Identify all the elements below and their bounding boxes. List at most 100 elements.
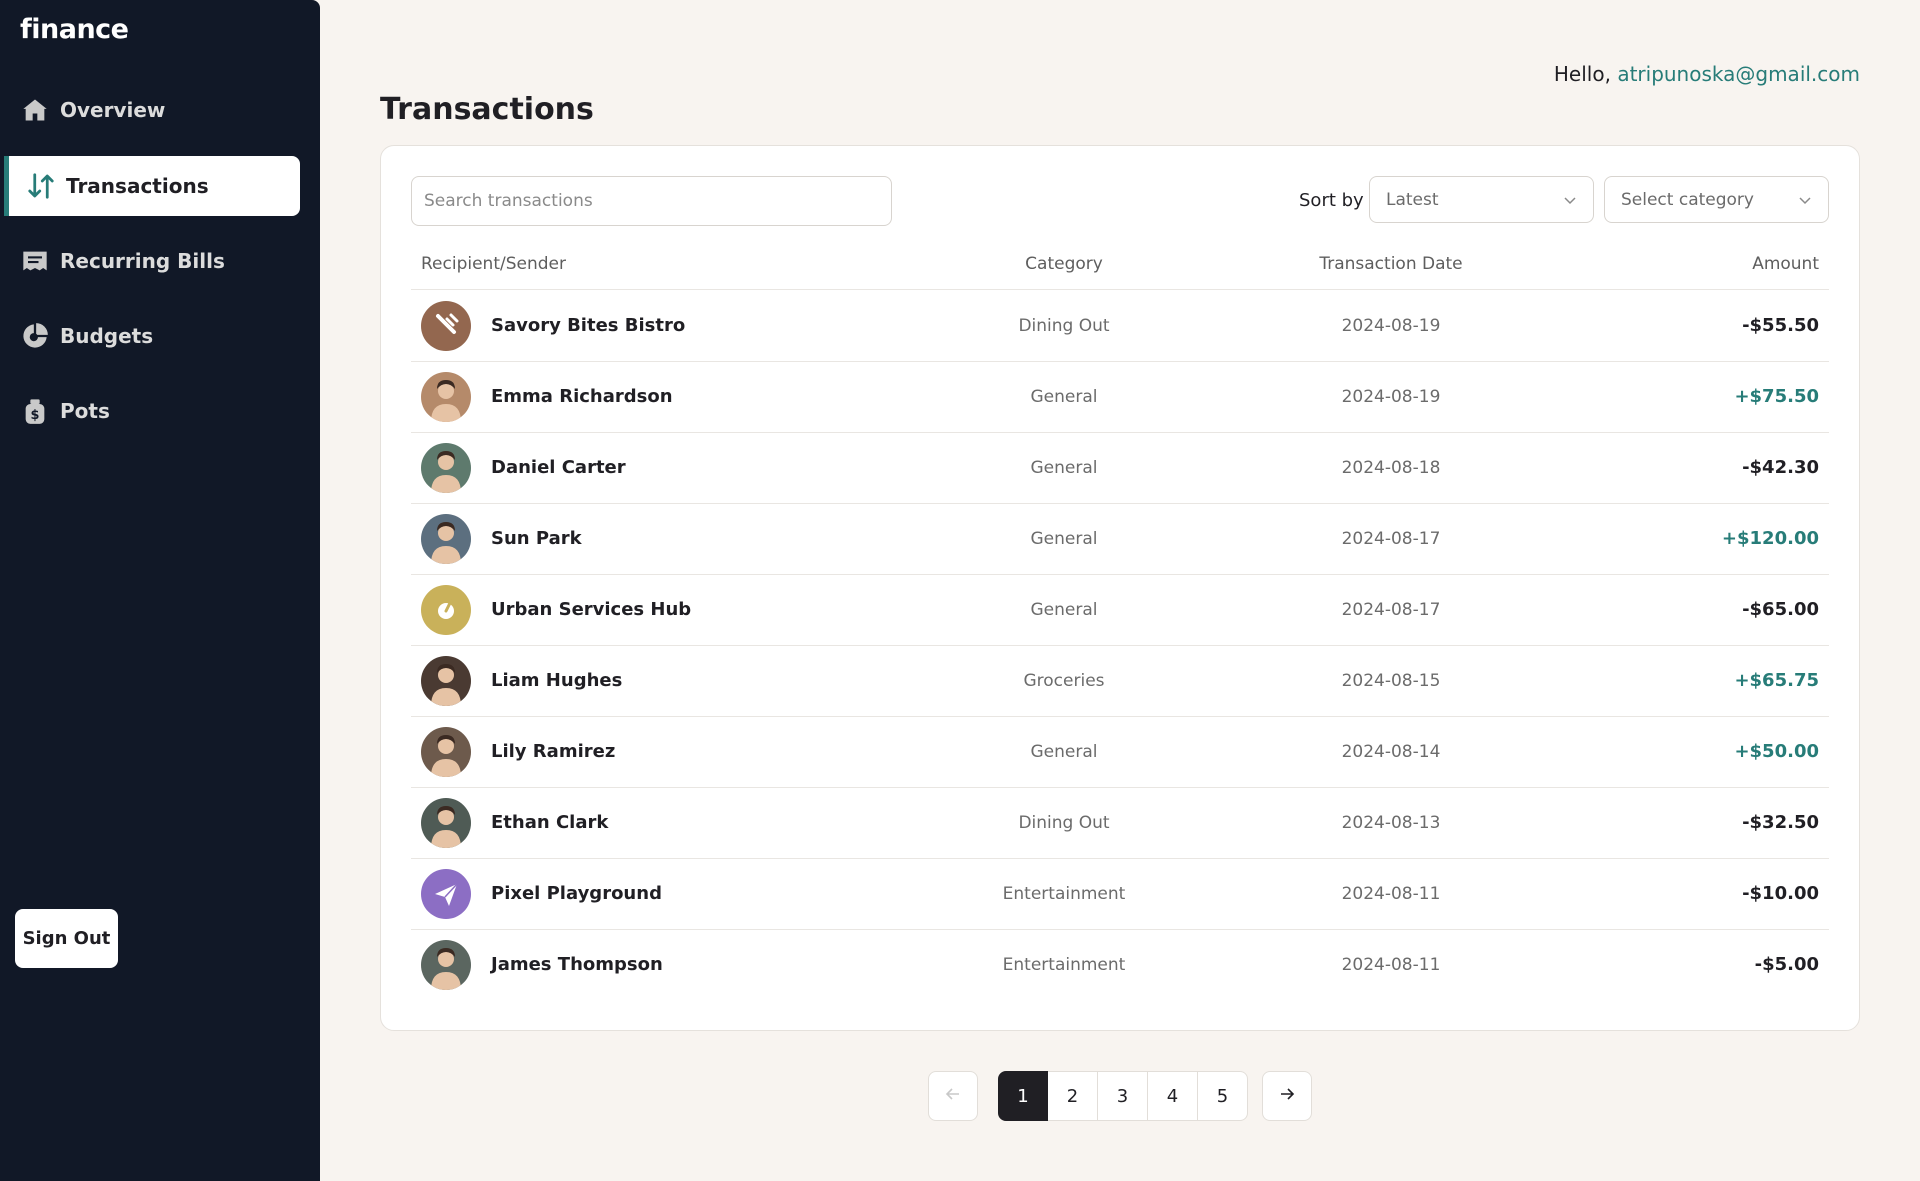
transaction-amount: -$5.00 bbox=[1754, 954, 1819, 975]
recipient-name: Daniel Carter bbox=[491, 457, 626, 478]
arrows-up-down-icon bbox=[26, 171, 56, 201]
table-row[interactable]: Savory Bites Bistro Dining Out 2024-08-1… bbox=[411, 291, 1829, 362]
transaction-date: 2024-08-17 bbox=[1341, 529, 1441, 549]
recipient-name: Liam Hughes bbox=[491, 670, 623, 691]
category-select[interactable]: Select category bbox=[1604, 176, 1829, 223]
transaction-amount: -$42.30 bbox=[1742, 457, 1819, 478]
sign-out-button[interactable]: Sign Out bbox=[15, 909, 118, 968]
table-row[interactable]: James Thompson Entertainment 2024-08-11 … bbox=[411, 930, 1829, 1001]
column-header-date: Transaction Date bbox=[1319, 254, 1463, 274]
transaction-amount: -$32.50 bbox=[1742, 812, 1819, 833]
page-button-1[interactable]: 1 bbox=[998, 1071, 1048, 1121]
page-button-5[interactable]: 5 bbox=[1198, 1071, 1248, 1121]
transaction-amount: +$75.50 bbox=[1734, 386, 1819, 407]
svg-text:$: $ bbox=[31, 408, 40, 423]
table-header: Recipient/Sender Category Transaction Da… bbox=[411, 236, 1829, 290]
transaction-date: 2024-08-19 bbox=[1341, 387, 1441, 407]
transaction-category: General bbox=[1030, 458, 1098, 478]
transaction-category: Dining Out bbox=[1018, 316, 1110, 336]
sidebar-item-label: Overview bbox=[60, 98, 166, 122]
page-title: Transactions bbox=[380, 92, 594, 127]
transaction-date: 2024-08-11 bbox=[1341, 955, 1441, 975]
chevron-down-icon bbox=[1798, 193, 1812, 207]
sidebar-item-overview[interactable]: Overview bbox=[4, 80, 300, 140]
table-row[interactable]: Urban Services Hub General 2024-08-17 -$… bbox=[411, 575, 1829, 646]
search-input[interactable] bbox=[411, 176, 892, 226]
receipt-icon bbox=[20, 246, 50, 276]
table-row[interactable]: Emma Richardson General 2024-08-19 +$75.… bbox=[411, 362, 1829, 433]
table-row[interactable]: Sun Park General 2024-08-17 +$120.00 bbox=[411, 504, 1829, 575]
table-row[interactable]: Daniel Carter General 2024-08-18 -$42.30 bbox=[411, 433, 1829, 504]
transaction-date: 2024-08-18 bbox=[1341, 458, 1441, 478]
leaf-icon bbox=[421, 585, 471, 635]
sidebar-item-budgets[interactable]: Budgets bbox=[4, 306, 300, 366]
transaction-date: 2024-08-14 bbox=[1341, 742, 1441, 762]
avatar bbox=[421, 727, 471, 777]
page-button-3[interactable]: 3 bbox=[1098, 1071, 1148, 1121]
pie-chart-icon bbox=[20, 321, 50, 351]
arrow-right-icon bbox=[1278, 1085, 1296, 1108]
page-button-2[interactable]: 2 bbox=[1048, 1071, 1098, 1121]
transactions-card: Sort by Latest Select category Recipient… bbox=[380, 145, 1860, 1031]
transaction-amount: -$55.50 bbox=[1742, 315, 1819, 336]
table-row[interactable]: Lily Ramirez General 2024-08-14 +$50.00 bbox=[411, 717, 1829, 788]
recipient-name: Sun Park bbox=[491, 528, 582, 549]
sort-label: Sort by bbox=[1299, 190, 1364, 211]
avatar bbox=[421, 798, 471, 848]
sidebar: finance Overview Transactions Recurring … bbox=[0, 0, 320, 1181]
fork-icon bbox=[421, 301, 471, 351]
recipient-name: Emma Richardson bbox=[491, 386, 673, 407]
table-row[interactable]: Pixel Playground Entertainment 2024-08-1… bbox=[411, 859, 1829, 930]
avatar bbox=[421, 514, 471, 564]
next-page-button[interactable] bbox=[1262, 1071, 1312, 1121]
sidebar-item-transactions[interactable]: Transactions bbox=[4, 156, 300, 216]
transaction-category: Entertainment bbox=[1002, 955, 1126, 975]
sidebar-item-label: Budgets bbox=[60, 324, 154, 348]
money-bag-icon: $ bbox=[20, 396, 50, 426]
sort-value: Latest bbox=[1386, 189, 1439, 210]
table-row[interactable]: Liam Hughes Groceries 2024-08-15 +$65.75 bbox=[411, 646, 1829, 717]
avatar bbox=[421, 940, 471, 990]
paper-plane-icon bbox=[421, 869, 471, 919]
transaction-category: General bbox=[1030, 600, 1098, 620]
sidebar-item-label: Pots bbox=[60, 399, 110, 423]
sidebar-item-label: Recurring Bills bbox=[60, 249, 225, 273]
avatar bbox=[421, 372, 471, 422]
transaction-amount: +$65.75 bbox=[1734, 670, 1819, 691]
transaction-date: 2024-08-13 bbox=[1341, 813, 1441, 833]
page-button-4[interactable]: 4 bbox=[1148, 1071, 1198, 1121]
recipient-name: Urban Services Hub bbox=[491, 599, 692, 620]
transaction-category: Groceries bbox=[1023, 671, 1105, 691]
category-value: Select category bbox=[1621, 189, 1754, 210]
recipient-name: James Thompson bbox=[491, 954, 663, 975]
transaction-amount: +$120.00 bbox=[1721, 528, 1819, 549]
sidebar-item-label: Transactions bbox=[66, 174, 209, 198]
transaction-amount: -$65.00 bbox=[1742, 599, 1819, 620]
user-greeting: Hello, atripunoska@gmail.com bbox=[1554, 62, 1860, 86]
transaction-date: 2024-08-11 bbox=[1341, 884, 1441, 904]
transaction-date: 2024-08-19 bbox=[1341, 316, 1441, 336]
transaction-category: General bbox=[1030, 742, 1098, 762]
avatar bbox=[421, 656, 471, 706]
avatar bbox=[421, 443, 471, 493]
home-icon bbox=[20, 95, 50, 125]
app-logo: finance bbox=[20, 14, 129, 45]
sidebar-item-pots[interactable]: $ Pots bbox=[4, 381, 300, 441]
recipient-name: Lily Ramirez bbox=[491, 741, 616, 762]
transaction-date: 2024-08-17 bbox=[1341, 600, 1441, 620]
arrow-left-icon bbox=[944, 1085, 962, 1108]
transaction-category: Dining Out bbox=[1018, 813, 1110, 833]
transaction-date: 2024-08-15 bbox=[1341, 671, 1441, 691]
sort-select[interactable]: Latest bbox=[1369, 176, 1594, 223]
previous-page-button[interactable] bbox=[928, 1071, 978, 1121]
page-numbers: 12345 bbox=[998, 1071, 1248, 1121]
column-header-amount: Amount bbox=[1752, 254, 1819, 274]
recipient-name: Pixel Playground bbox=[491, 883, 662, 904]
transactions-list: Savory Bites Bistro Dining Out 2024-08-1… bbox=[411, 291, 1829, 1001]
transaction-category: Entertainment bbox=[1002, 884, 1126, 904]
recipient-name: Savory Bites Bistro bbox=[491, 315, 686, 336]
chevron-down-icon bbox=[1563, 193, 1577, 207]
table-row[interactable]: Ethan Clark Dining Out 2024-08-13 -$32.5… bbox=[411, 788, 1829, 859]
user-email: atripunoska@gmail.com bbox=[1617, 62, 1860, 86]
sidebar-item-recurring-bills[interactable]: Recurring Bills bbox=[4, 231, 300, 291]
